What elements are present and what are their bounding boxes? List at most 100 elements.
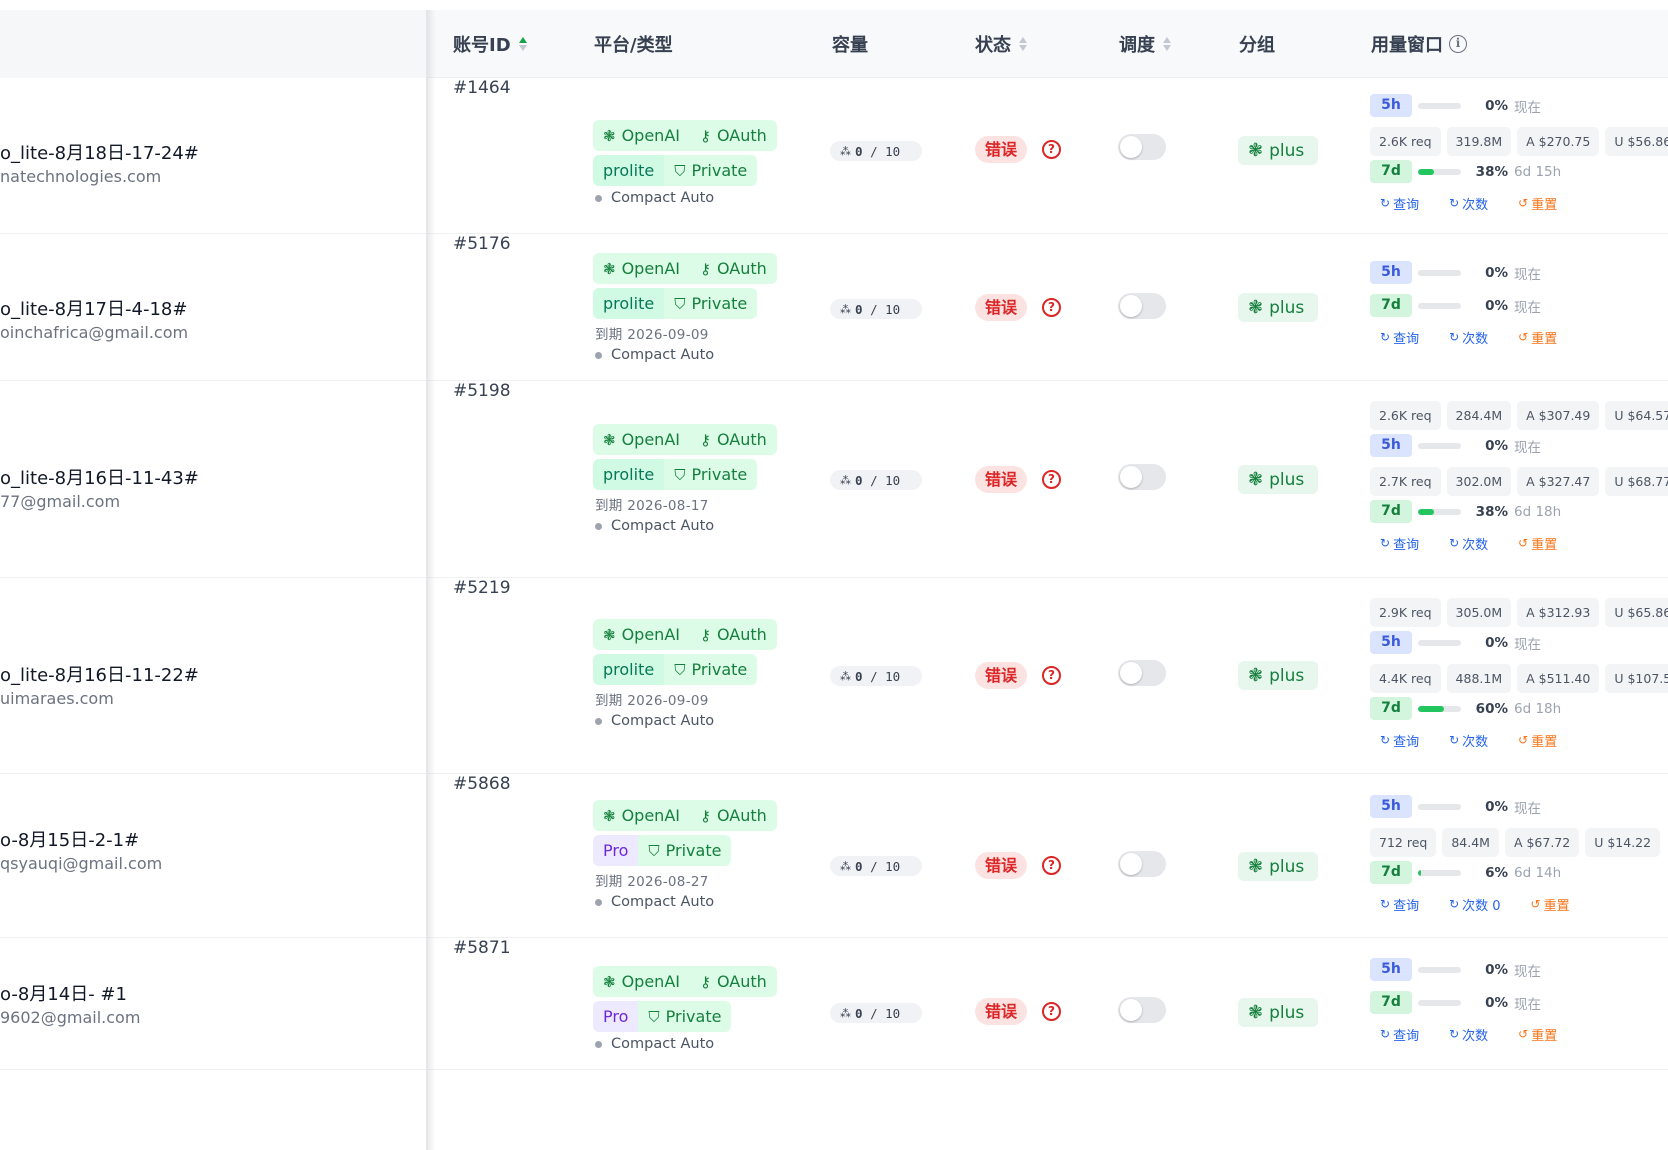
question-circle-icon[interactable]: ?: [1042, 856, 1062, 875]
window-5h-reset-time: 现在: [1514, 266, 1541, 283]
schedule-toggle[interactable]: [1118, 997, 1166, 1023]
question-circle-icon[interactable]: ?: [1042, 298, 1062, 317]
table-row[interactable]: o-8月14日- #1 9602@gmail.com #5871 ❃ OpenAI…: [0, 938, 1668, 1070]
question-circle-icon[interactable]: ?: [1042, 666, 1062, 685]
col-capacity: 容量: [832, 10, 868, 78]
usage-stat-chip: 2.9K req: [1370, 598, 1441, 627]
reset-icon: ↺: [1518, 733, 1529, 747]
count-button[interactable]: ↻ 次数 0: [1449, 895, 1500, 914]
col-schedule[interactable]: 调度: [1119, 10, 1171, 78]
status-cell: 错误 ?: [975, 998, 1062, 1025]
question-circle-icon[interactable]: ?: [1042, 1002, 1062, 1021]
auth-tag: ⚷ OAuth: [689, 424, 777, 455]
table-row[interactable]: o_lite-8月17日-4-18# oinchafrica@gmail.com…: [0, 234, 1668, 381]
count-button[interactable]: ↻ 次数: [1449, 194, 1488, 213]
account-email: oinchafrica@gmail.com: [0, 323, 189, 342]
status-dot: [595, 194, 602, 202]
auth-tag: ⚷ OAuth: [689, 253, 777, 284]
window-5h-badge: 5h: [1370, 94, 1412, 117]
window-7d-badge: 7d: [1370, 294, 1412, 317]
key-icon: ⚷: [699, 972, 711, 991]
usage-window-cell: 5h 0% 现在 7d 0% 现在 ↻ 查询 ↻ 次数 ↺ 重置: [1370, 261, 1668, 347]
usage-stat-chip: U $56.86: [1605, 127, 1668, 156]
table-row[interactable]: o_lite-8月16日-11-43# 77@gmail.com #5198 ❃…: [0, 381, 1668, 578]
query-button-label: 查询: [1393, 898, 1420, 914]
schedule-toggle[interactable]: [1118, 293, 1166, 319]
window-7d-row: 7d 6% 6d 14h: [1370, 861, 1668, 884]
window-5h-badge: 5h: [1370, 631, 1412, 654]
schedule-toggle[interactable]: [1118, 464, 1166, 490]
count-button[interactable]: ↻ 次数: [1449, 731, 1488, 750]
sort-icon[interactable]: [518, 37, 527, 51]
reset-button[interactable]: ↺ 重置: [1531, 895, 1570, 914]
reset-button[interactable]: ↺ 重置: [1518, 328, 1557, 347]
window-5h-badge: 5h: [1370, 795, 1412, 818]
status-cell: 错误 ?: [975, 136, 1062, 163]
refresh-icon: ↻: [1449, 536, 1460, 550]
reset-button[interactable]: ↺ 重置: [1518, 194, 1557, 213]
window-7d-progress-fill: [1418, 168, 1435, 175]
count-button-label: 次数: [1462, 1028, 1489, 1044]
usage-stat-chip: 2.6K req: [1370, 127, 1441, 156]
platform-type-cell: ❃ OpenAI ⚷ OAuth prolite ⛉ Private 到期 2026-…: [593, 619, 777, 729]
platform-tag: ❃ OpenAI: [593, 424, 690, 455]
expiry-date: 到期 2026-08-27: [595, 874, 709, 890]
account-name: o-8月14日- #1: [0, 984, 127, 1005]
status-cell: 错误 ?: [975, 466, 1062, 493]
window-7d-percent: 0%: [1485, 994, 1508, 1011]
table-row[interactable]: o-8月15日-2-1# qsyauqi@gmail.com #5868 ❃ Op…: [0, 774, 1668, 938]
usage-actions: ↻ 查询 ↻ 次数 ↺ 重置: [1370, 1024, 1668, 1044]
window-7d-progress: [1418, 302, 1461, 309]
plan-tag: prolite: [593, 459, 665, 490]
openai-icon: ❃: [1248, 140, 1264, 161]
count-button[interactable]: ↻ 次数: [1449, 534, 1488, 553]
capacity-indicator: ⁂ 0 / 10: [830, 299, 922, 319]
query-button[interactable]: ↻ 查询: [1380, 895, 1419, 914]
question-circle-icon[interactable]: ?: [1042, 470, 1062, 489]
table-row[interactable]: o_lite-8月16日-11-22# uimaraes.com #5219 ❃…: [0, 578, 1668, 774]
window-5h-badge: 5h: [1370, 261, 1412, 284]
window-5h-row: 5h 0% 现在: [1370, 434, 1668, 457]
grid-icon: ⁂: [840, 859, 851, 873]
count-button[interactable]: ↻ 次数: [1449, 328, 1488, 347]
platform-type-cell: ❃ OpenAI ⚷ OAuth Pro ⛉ Private 到期 2026-08-2…: [593, 800, 777, 910]
reset-button[interactable]: ↺ 重置: [1518, 731, 1557, 750]
refresh-icon: ↻: [1449, 196, 1460, 210]
plan-tag: Pro: [593, 835, 639, 866]
col-account-id[interactable]: 账号ID: [453, 10, 527, 78]
schedule-toggle[interactable]: [1118, 851, 1166, 877]
info-icon[interactable]: i: [1449, 35, 1467, 53]
capacity-indicator: ⁂ 0 / 10: [830, 856, 922, 876]
query-button[interactable]: ↻ 查询: [1380, 534, 1419, 553]
query-button[interactable]: ↻ 查询: [1380, 1025, 1419, 1044]
col-usage-window-label: 用量窗口: [1371, 35, 1443, 56]
schedule-toggle[interactable]: [1118, 660, 1166, 686]
reset-button[interactable]: ↺ 重置: [1518, 1025, 1557, 1044]
query-button[interactable]: ↻ 查询: [1380, 328, 1419, 347]
question-circle-icon[interactable]: ?: [1042, 140, 1062, 159]
reset-button-label: 重置: [1531, 734, 1558, 750]
query-button[interactable]: ↻ 查询: [1380, 194, 1419, 213]
usage-stat-chip: U $65.86: [1605, 598, 1668, 627]
col-status[interactable]: 状态: [975, 10, 1027, 78]
query-button[interactable]: ↻ 查询: [1380, 731, 1419, 750]
sort-icon[interactable]: [1019, 37, 1027, 51]
window-7d-row: 7d 38% 6d 15h: [1370, 160, 1668, 183]
col-status-label: 状态: [975, 35, 1011, 56]
window-5h-reset-time: 现在: [1514, 963, 1541, 980]
window-7d-badge: 7d: [1370, 861, 1412, 884]
account-name-cell: o_lite-8月16日-11-22# uimaraes.com: [0, 578, 426, 773]
sort-icon[interactable]: [1163, 37, 1171, 51]
window-7d-row: 7d 38% 6d 18h: [1370, 500, 1668, 523]
count-button[interactable]: ↻ 次数: [1449, 1025, 1488, 1044]
schedule-toggle[interactable]: [1118, 134, 1166, 160]
visibility-tag: ⛉ Private: [664, 288, 758, 319]
table-row[interactable]: o_lite-8月18日-17-24# natechnologies.com #…: [0, 78, 1668, 234]
refresh-icon: ↻: [1449, 330, 1460, 344]
usage-stats: 712 req 84.4M A $67.72 U $14.22: [1370, 828, 1668, 857]
window-7d-progress-fill: [1418, 869, 1421, 876]
col-platform-type: 平台/类型: [594, 10, 673, 78]
window-7d-percent: 0%: [1485, 297, 1508, 314]
shield-check-icon: ⛉: [674, 294, 686, 313]
reset-button[interactable]: ↺ 重置: [1518, 534, 1557, 553]
